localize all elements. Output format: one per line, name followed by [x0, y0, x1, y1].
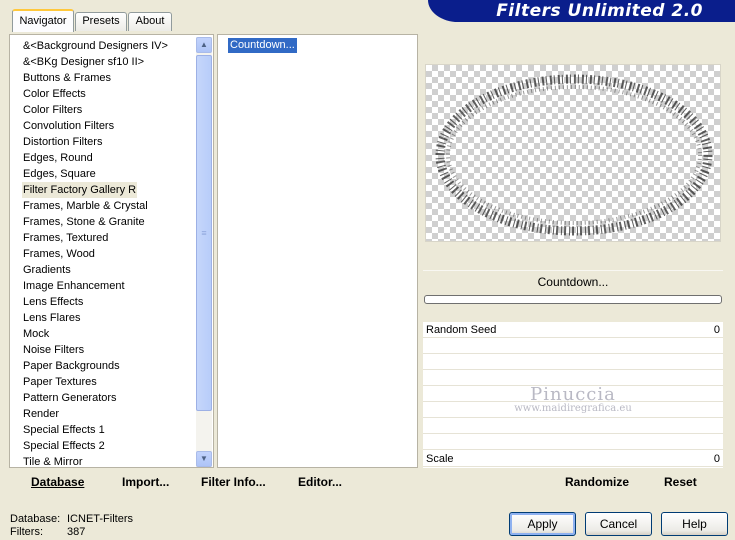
cancel-button[interactable]: Cancel — [585, 512, 652, 536]
category-item[interactable]: &<BKg Designer sf10 II> — [22, 54, 145, 70]
category-item[interactable]: Render — [22, 406, 60, 422]
database-label: Database: — [10, 513, 61, 525]
category-item[interactable]: Image Enhancement — [22, 278, 126, 294]
filter-info-button[interactable]: Filter Info... — [201, 475, 266, 489]
category-item[interactable]: Paper Backgrounds — [22, 358, 121, 374]
parameter-value: 0 — [713, 324, 720, 336]
parameter-label: Scale — [426, 453, 454, 465]
scroll-thumb[interactable]: ≡ — [196, 55, 212, 411]
database-value: ICNET-Filters — [67, 513, 133, 525]
filter-name-display: Countdown... — [423, 270, 723, 292]
watermark: Pinuccia www.maidiregrafica.eu — [483, 384, 663, 414]
database-button[interactable]: Database — [31, 475, 84, 489]
filters-count-label: Filters: — [10, 526, 43, 538]
category-item[interactable]: &<Background Designers IV> — [22, 38, 169, 54]
category-item[interactable]: Filter Factory Gallery R — [22, 182, 138, 198]
preview-area: Countdown... Random Seed 0 Scale 0 Pinuccia… — [423, 34, 723, 470]
parameter-value: 0 — [713, 453, 720, 465]
randomize-button[interactable]: Randomize — [565, 475, 629, 489]
preview-countdown-ring — [435, 74, 713, 236]
category-item[interactable]: Distortion Filters — [22, 134, 103, 150]
category-item[interactable]: Lens Flares — [22, 310, 81, 326]
category-scrollbar[interactable]: ▲ ≡ ▼ — [196, 37, 212, 467]
filter-item-selected[interactable]: Countdown... — [228, 38, 297, 53]
watermark-name: Pinuccia — [530, 384, 616, 405]
parameter-row[interactable]: Scale 0 — [423, 451, 723, 467]
chevron-down-icon[interactable]: ▼ — [196, 451, 212, 467]
category-item[interactable]: Special Effects 1 — [22, 422, 106, 438]
progress-bar — [424, 295, 722, 304]
category-item[interactable]: Frames, Wood — [22, 246, 96, 262]
parameter-row[interactable]: Random Seed 0 — [423, 322, 723, 338]
category-item[interactable]: Special Effects 2 — [22, 438, 106, 454]
category-item[interactable]: Frames, Marble & Crystal — [22, 198, 149, 214]
category-item[interactable]: Color Effects — [22, 86, 87, 102]
parameter-row[interactable] — [423, 434, 723, 450]
apply-button[interactable]: Apply — [509, 512, 576, 536]
app-banner-title: Filters Unlimited 2.0 — [428, 0, 735, 22]
import-button[interactable]: Import... — [122, 475, 169, 489]
category-item[interactable]: Frames, Textured — [22, 230, 109, 246]
editor-button[interactable]: Editor... — [298, 475, 342, 489]
tab-about[interactable]: About — [128, 12, 172, 31]
category-item[interactable]: Edges, Round — [22, 150, 94, 166]
filter-list[interactable]: Countdown... — [217, 34, 418, 468]
filters-count-value: 387 — [67, 526, 86, 538]
category-list[interactable]: &<Background Designers IV> &<BKg Designer… — [9, 34, 214, 468]
category-item[interactable]: Frames, Stone & Granite — [22, 214, 146, 230]
parameter-row[interactable] — [423, 354, 723, 370]
category-item[interactable]: Noise Filters — [22, 342, 85, 358]
reset-button[interactable]: Reset — [664, 475, 697, 489]
help-button[interactable]: Help — [661, 512, 728, 536]
category-item[interactable]: Color Filters — [22, 102, 83, 118]
category-item[interactable]: Paper Textures — [22, 374, 98, 390]
category-item[interactable]: Convolution Filters — [22, 118, 115, 134]
category-item[interactable]: Pattern Generators — [22, 390, 118, 406]
category-item[interactable]: Mock — [22, 326, 50, 342]
chevron-up-icon[interactable]: ▲ — [196, 37, 212, 53]
category-item[interactable]: Gradients — [22, 262, 72, 278]
category-item[interactable]: Tile & Mirror — [22, 454, 83, 467]
tab-navigator[interactable]: Navigator — [12, 9, 74, 32]
parameter-label: Random Seed — [426, 324, 497, 336]
preview-image — [425, 64, 721, 242]
tab-presets[interactable]: Presets — [75, 12, 127, 31]
category-item[interactable]: Lens Effects — [22, 294, 84, 310]
scroll-grip-icon: ≡ — [201, 228, 207, 238]
category-item[interactable]: Buttons & Frames — [22, 70, 112, 86]
parameter-row[interactable] — [423, 418, 723, 434]
category-item[interactable]: Edges, Square — [22, 166, 97, 182]
watermark-url: www.maidiregrafica.eu — [514, 403, 632, 414]
parameter-row[interactable] — [423, 338, 723, 354]
